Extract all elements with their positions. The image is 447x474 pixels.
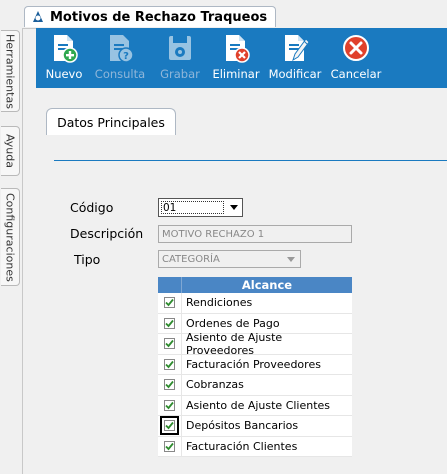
cancelar-button[interactable]: Cancelar bbox=[328, 30, 384, 86]
check-icon bbox=[165, 422, 174, 430]
alcance-grid-header: Alcance bbox=[158, 277, 352, 293]
table-row[interactable]: Depósitos Bancarios bbox=[158, 416, 352, 437]
nuevo-button[interactable]: Nuevo bbox=[44, 30, 84, 86]
table-row[interactable]: Asiento de Ajuste Proveedores bbox=[158, 330, 352, 357]
row-label: Facturación Clientes bbox=[186, 439, 298, 453]
row-check-cell bbox=[158, 416, 182, 436]
cancel-icon bbox=[343, 35, 369, 61]
check-icon bbox=[165, 319, 174, 328]
edit-document-icon bbox=[285, 35, 310, 62]
toolbar: Nuevo ? Consulta Grabar Eliminar Modific… bbox=[36, 28, 447, 88]
eliminar-button[interactable]: Eliminar bbox=[212, 30, 260, 86]
row-check-cell bbox=[158, 375, 182, 395]
tipo-value: CATEGORÍA bbox=[162, 253, 220, 265]
row-label: Depósitos Bancarios bbox=[186, 419, 299, 433]
grabar-label: Grabar bbox=[160, 67, 200, 81]
eliminar-label: Eliminar bbox=[212, 67, 260, 81]
delete-document-icon bbox=[226, 35, 250, 63]
side-tab-ayuda[interactable]: Ayuda bbox=[1, 126, 20, 176]
descripcion-field[interactable]: MOTIVO RECHAZO 1 bbox=[158, 225, 352, 243]
table-row[interactable]: Rendiciones bbox=[158, 293, 352, 314]
row-label: Asiento de Ajuste Proveedores bbox=[186, 330, 283, 357]
row-label: Cobranzas bbox=[186, 378, 244, 392]
row-check-cell bbox=[158, 436, 182, 456]
svg-text:?: ? bbox=[123, 51, 129, 62]
table-row[interactable]: Facturación Clientes bbox=[158, 436, 352, 457]
modificar-label: Modificar bbox=[268, 67, 322, 81]
row-checkbox[interactable] bbox=[160, 416, 179, 436]
consulta-label: Consulta bbox=[94, 67, 146, 81]
check-icon bbox=[165, 442, 174, 451]
check-icon bbox=[165, 381, 174, 389]
alcance-header-label: Alcance bbox=[241, 278, 293, 292]
cancelar-label: Cancelar bbox=[330, 67, 382, 81]
row-check-cell bbox=[158, 354, 182, 374]
app-icon bbox=[33, 11, 43, 22]
codigo-value: 01 bbox=[161, 201, 224, 214]
table-row[interactable]: Facturación Proveedores bbox=[158, 354, 352, 375]
tipo-select[interactable]: CATEGORÍA bbox=[158, 250, 301, 268]
row-checkbox[interactable] bbox=[164, 379, 175, 391]
check-icon bbox=[165, 299, 174, 307]
row-checkbox[interactable] bbox=[164, 338, 175, 350]
chevron-down-icon bbox=[287, 257, 295, 262]
codigo-label: Código bbox=[70, 200, 114, 215]
modificar-button[interactable]: Modificar bbox=[268, 30, 322, 86]
codigo-select[interactable]: 01 bbox=[158, 198, 243, 217]
content-area: Datos Principales Código 01 Descripción … bbox=[36, 88, 447, 474]
row-check-cell bbox=[158, 395, 182, 415]
header-check-column bbox=[158, 277, 182, 293]
codigo-dropdown-arrow[interactable] bbox=[226, 199, 242, 216]
row-checkbox[interactable] bbox=[164, 440, 175, 452]
chevron-down-icon bbox=[230, 205, 238, 210]
row-label: Rendiciones bbox=[186, 296, 253, 310]
row-check-cell bbox=[158, 293, 182, 313]
alcance-grid: Alcance Rendiciones Ordenes de Pago Asient… bbox=[158, 277, 352, 457]
nuevo-label: Nuevo bbox=[45, 67, 83, 81]
check-icon bbox=[165, 401, 174, 410]
consulta-button[interactable]: ? Consulta bbox=[94, 30, 146, 86]
check-icon bbox=[165, 360, 174, 369]
table-row[interactable]: Asiento de Ajuste Clientes bbox=[158, 395, 352, 416]
row-label: Facturación Proveedores bbox=[186, 357, 321, 371]
row-check-cell bbox=[158, 313, 182, 333]
side-tab-herramientas[interactable]: Herramientas bbox=[1, 30, 20, 112]
table-row[interactable]: Cobranzas bbox=[158, 375, 352, 396]
check-icon bbox=[165, 340, 174, 348]
window-tab[interactable]: Motivos de Rechazo Traqueos bbox=[24, 6, 277, 27]
grabar-button[interactable]: Grabar bbox=[158, 30, 202, 86]
row-check-cell bbox=[158, 334, 182, 354]
window-title: Motivos de Rechazo Traqueos bbox=[50, 9, 268, 25]
row-checkbox[interactable] bbox=[164, 297, 175, 309]
tab-divider bbox=[54, 160, 447, 161]
app-header: Motivos de Rechazo Traqueos bbox=[0, 0, 447, 29]
row-checkbox[interactable] bbox=[164, 358, 175, 370]
descripcion-label: Descripción bbox=[70, 226, 144, 241]
row-checkbox[interactable] bbox=[164, 317, 175, 329]
row-checkbox[interactable] bbox=[164, 399, 175, 411]
add-document-icon bbox=[54, 35, 78, 63]
side-tab-bar: Herramientas Ayuda Configuraciones bbox=[0, 28, 23, 474]
side-tab-configuraciones[interactable]: Configuraciones bbox=[1, 188, 20, 286]
tipo-label: Tipo bbox=[74, 252, 101, 267]
save-icon bbox=[169, 36, 191, 60]
tab-datos-principales[interactable]: Datos Principales bbox=[46, 108, 176, 135]
row-label: Asiento de Ajuste Clientes bbox=[186, 398, 331, 412]
query-document-icon: ? bbox=[110, 35, 134, 63]
